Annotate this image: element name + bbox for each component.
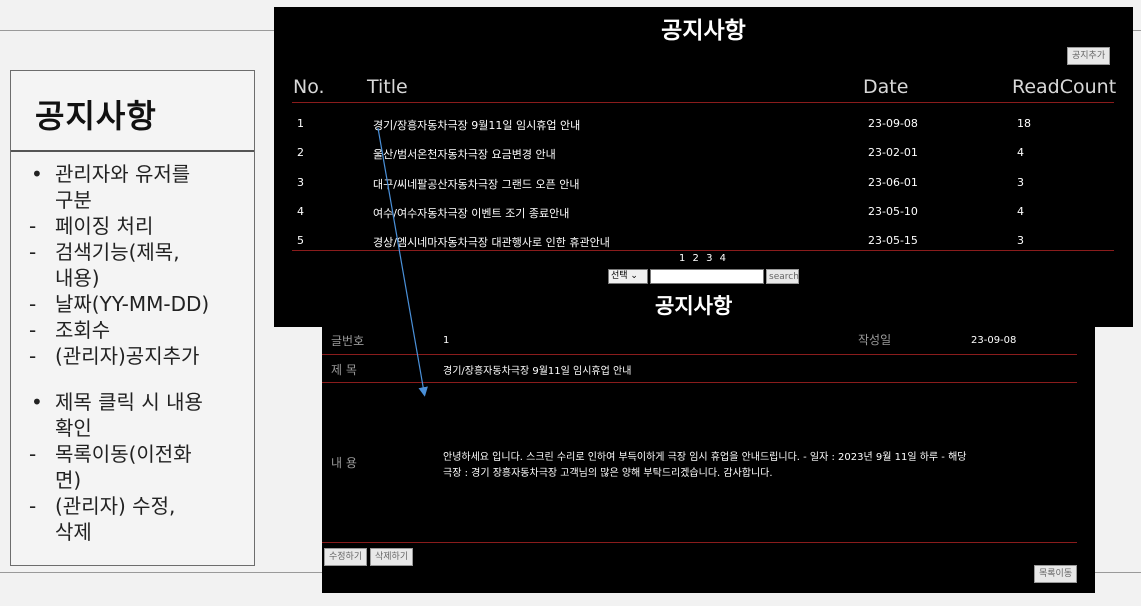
row-divider <box>322 382 1077 383</box>
notice-detail-panel: 글번호 1 작성일 23-09-08 제 목 경기/장흥자동차극장 9월11일 … <box>322 320 1095 593</box>
search-type-select[interactable]: 선택 ⌄ <box>608 269 648 284</box>
cell-readcount: 3 <box>1017 234 1024 247</box>
detail-heading: 공지사항 <box>655 294 733 318</box>
table-row: 3 대구/씨네팔공산자동차극장 그랜드 오픈 안내 23-06-01 3 <box>274 169 1133 197</box>
cell-title-link[interactable]: 경기/장흥자동차극장 9월11일 임시휴업 안내 <box>373 117 580 133</box>
cell-title-link[interactable]: 경상/엠시네마자동차극장 대관행사로 인한 휴관안내 <box>373 234 610 250</box>
col-no: No. <box>293 76 325 98</box>
cell-no: 5 <box>297 234 304 247</box>
subject-value: 경기/장흥자동차극장 9월11일 임시휴업 안내 <box>443 366 632 377</box>
cell-readcount: 4 <box>1017 146 1024 159</box>
cell-title-link[interactable]: 대구/씨네팔공산자동차극장 그랜드 오픈 안내 <box>373 176 579 192</box>
content-line-2: 극장 : 경기 장흥자동차극장 고객님의 많은 양해 부탁드리겠습니다. 감사합… <box>443 468 773 479</box>
created-date-label: 작성일 <box>858 333 892 347</box>
post-number-label: 글번호 <box>331 334 365 348</box>
feature-list: 관리자와 유저를구분페이징 처리검색기능(제목,내용)날짜(YY-MM-DD)조… <box>27 161 249 545</box>
edit-button[interactable]: 수정하기 <box>324 548 368 566</box>
feature-subitem: 날짜(YY-MM-DD) <box>27 291 249 317</box>
cell-date: 23-05-15 <box>868 234 918 247</box>
feature-bullet: 관리자와 유저를 <box>27 161 249 187</box>
header-divider <box>292 102 1114 103</box>
feature-subitem: 검색기능(제목, <box>27 239 249 265</box>
table-bottom-divider <box>292 250 1114 251</box>
cell-date: 23-06-01 <box>868 176 918 189</box>
cell-readcount: 4 <box>1017 205 1024 218</box>
notes-divider <box>11 150 254 152</box>
search-input[interactable] <box>650 269 764 284</box>
cell-no: 2 <box>297 146 304 159</box>
search-button[interactable]: search <box>766 269 799 284</box>
list-heading: 공지사항 <box>661 18 746 44</box>
feature-continuation: 확인 <box>55 416 92 440</box>
feature-subitem: (관리자) 수정, <box>27 493 249 519</box>
cell-readcount: 18 <box>1017 117 1031 130</box>
add-notice-button[interactable]: 공지추가 <box>1067 47 1111 65</box>
row-divider <box>322 354 1077 355</box>
back-to-list-button[interactable]: 목록이동 <box>1034 565 1078 583</box>
table-row: 4 여수/여수자동차극장 이벤트 조기 종료안내 23-05-10 4 <box>274 198 1133 226</box>
top-rule <box>0 30 274 31</box>
post-number-value: 1 <box>443 335 450 346</box>
cell-readcount: 3 <box>1017 176 1024 189</box>
cell-title-link[interactable]: 여수/여수자동차극장 이벤트 조기 종료안내 <box>373 205 569 221</box>
cell-no: 3 <box>297 176 304 189</box>
cell-no: 4 <box>297 205 304 218</box>
feature-continuation: 구분 <box>55 188 92 212</box>
col-date: Date <box>863 76 909 98</box>
notes-title: 공지사항 <box>35 97 157 135</box>
feature-continuation: 삭제 <box>55 520 92 544</box>
created-date-value: 23-09-08 <box>971 335 1017 346</box>
delete-button[interactable]: 삭제하기 <box>370 548 414 566</box>
col-title: Title <box>367 76 408 98</box>
cell-date: 23-02-01 <box>868 146 918 159</box>
feature-subitem: 조회수 <box>27 317 249 343</box>
feature-notes-card: 공지사항 관리자와 유저를구분페이징 처리검색기능(제목,내용)날짜(YY-MM… <box>10 70 255 566</box>
top-rule-right <box>1133 30 1141 31</box>
content-label: 내 용 <box>331 456 357 470</box>
table-row: 2 울산/범서온천자동차극장 요금변경 안내 23-02-01 4 <box>274 139 1133 167</box>
table-row: 1 경기/장흥자동차극장 9월11일 임시휴업 안내 23-09-08 18 <box>274 110 1133 138</box>
notice-list-panel: 공지사항 공지추가 No. Title Date ReadCount 1 경기/… <box>274 7 1133 327</box>
bottom-rule-right <box>1095 572 1141 573</box>
feature-subitem: 페이징 처리 <box>27 213 249 239</box>
feature-bullet: 제목 클릭 시 내용 <box>27 389 249 415</box>
pagination[interactable]: 1 2 3 4 <box>274 253 1133 264</box>
feature-continuation: 면) <box>55 468 82 492</box>
bottom-rule <box>0 572 322 573</box>
feature-continuation: 내용) <box>55 266 100 290</box>
subject-label: 제 목 <box>331 363 357 377</box>
row-divider <box>322 542 1077 543</box>
col-readcount: ReadCount <box>1012 76 1117 98</box>
spacer <box>27 369 249 389</box>
cell-title-link[interactable]: 울산/범서온천자동차극장 요금변경 안내 <box>373 146 556 162</box>
cell-no: 1 <box>297 117 304 130</box>
content-line-1: 안녕하세요 입니다. 스크린 수리로 인하여 부득이하게 극장 임시 휴업을 안… <box>443 452 967 463</box>
cell-date: 23-05-10 <box>868 205 918 218</box>
cell-date: 23-09-08 <box>868 117 918 130</box>
feature-subitem: (관리자)공지추가 <box>27 343 249 369</box>
feature-subitem: 목록이동(이전화 <box>27 441 249 467</box>
